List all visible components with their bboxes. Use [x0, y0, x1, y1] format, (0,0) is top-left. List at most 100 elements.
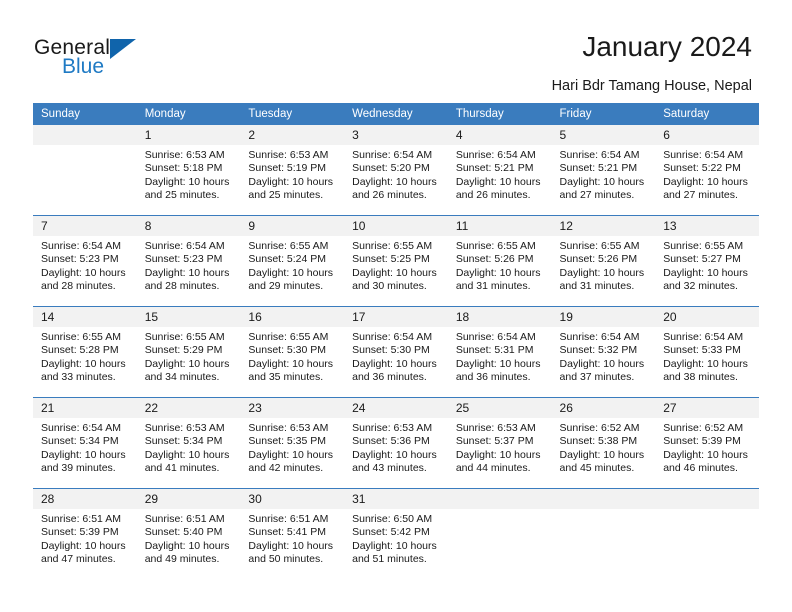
day-info: Sunrise: 6:50 AM Sunset: 5:42 PM Dayligh… — [344, 509, 448, 567]
day-cell[interactable]: 5 Sunrise: 6:54 AM Sunset: 5:21 PM Dayli… — [551, 125, 656, 216]
sunrise-text: Sunrise: 6:53 AM — [352, 422, 433, 434]
day-number: 30 — [240, 489, 345, 509]
day-cell[interactable]: 27 Sunrise: 6:52 AM Sunset: 5:39 PM Dayl… — [655, 397, 759, 489]
sunrise-text: Sunrise: 6:55 AM — [663, 240, 744, 252]
day-cell[interactable]: 22 Sunrise: 6:53 AM Sunset: 5:34 PM Dayl… — [136, 397, 241, 489]
day-cell[interactable] — [33, 125, 137, 216]
daylight-text-line1: Daylight: 10 hours — [352, 175, 437, 188]
day-info: Sunrise: 6:51 AM Sunset: 5:39 PM Dayligh… — [33, 509, 137, 567]
weekday-header-thursday: Thursday — [447, 103, 552, 125]
daylight-text-line2: and 25 minutes. — [144, 189, 220, 202]
daylight-text-line2: and 37 minutes. — [559, 371, 635, 384]
day-info: Sunrise: 6:54 AM Sunset: 5:21 PM Dayligh… — [448, 145, 552, 203]
day-info: Sunrise: 6:54 AM Sunset: 5:21 PM Dayligh… — [552, 145, 656, 203]
sunset-text: Sunset: 5:31 PM — [455, 344, 534, 357]
day-cell[interactable]: 20 Sunrise: 6:54 AM Sunset: 5:33 PM Dayl… — [655, 306, 759, 398]
day-cell[interactable]: 7 Sunrise: 6:54 AM Sunset: 5:23 PM Dayli… — [33, 215, 137, 307]
day-cell[interactable]: 13 Sunrise: 6:55 AM Sunset: 5:27 PM Dayl… — [655, 215, 759, 307]
sunset-text: Sunset: 5:32 PM — [559, 344, 638, 357]
day-cell[interactable]: 21 Sunrise: 6:54 AM Sunset: 5:34 PM Dayl… — [33, 397, 137, 489]
day-cell[interactable]: 25 Sunrise: 6:53 AM Sunset: 5:37 PM Dayl… — [447, 397, 552, 489]
day-cell[interactable]: 19 Sunrise: 6:54 AM Sunset: 5:32 PM Dayl… — [551, 306, 656, 398]
sunrise-text: Sunrise: 6:53 AM — [248, 149, 329, 161]
day-cell[interactable]: 24 Sunrise: 6:53 AM Sunset: 5:36 PM Dayl… — [344, 397, 448, 489]
day-info: Sunrise: 6:53 AM Sunset: 5:18 PM Dayligh… — [137, 145, 241, 203]
daylight-text-line2: and 38 minutes. — [663, 371, 738, 384]
daylight-text-line1: Daylight: 10 hours — [248, 448, 334, 461]
day-cell[interactable]: 29 Sunrise: 6:51 AM Sunset: 5:40 PM Dayl… — [136, 488, 241, 579]
sunset-text: Sunset: 5:26 PM — [559, 253, 638, 266]
sunrise-text: Sunrise: 6:53 AM — [455, 422, 536, 434]
daylight-text-line1: Daylight: 10 hours — [41, 357, 126, 370]
daylight-text-line2: and 35 minutes. — [248, 371, 324, 384]
day-info: Sunrise: 6:54 AM Sunset: 5:32 PM Dayligh… — [552, 327, 656, 385]
day-number: 18 — [447, 307, 552, 327]
sunrise-text: Sunrise: 6:54 AM — [352, 331, 433, 343]
daylight-text-line2: and 39 minutes. — [41, 462, 116, 475]
day-number: 13 — [655, 216, 759, 236]
sunrise-text: Sunrise: 6:54 AM — [41, 240, 121, 252]
weekday-header-wednesday: Wednesday — [344, 103, 448, 125]
sunset-text: Sunset: 5:38 PM — [559, 435, 638, 448]
sunrise-text: Sunrise: 6:54 AM — [455, 149, 536, 161]
day-cell[interactable]: 18 Sunrise: 6:54 AM Sunset: 5:31 PM Dayl… — [447, 306, 552, 398]
general-blue-logo[interactable]: General Blue — [34, 36, 244, 86]
day-number: 25 — [447, 398, 552, 418]
day-cell[interactable]: 8 Sunrise: 6:54 AM Sunset: 5:23 PM Dayli… — [136, 215, 241, 307]
day-number: 4 — [447, 125, 552, 145]
day-info: Sunrise: 6:54 AM Sunset: 5:20 PM Dayligh… — [344, 145, 448, 203]
day-cell[interactable]: 30 Sunrise: 6:51 AM Sunset: 5:41 PM Dayl… — [240, 488, 345, 579]
day-cell[interactable] — [447, 488, 552, 579]
sunrise-text: Sunrise: 6:54 AM — [559, 149, 640, 161]
day-cell[interactable]: 17 Sunrise: 6:54 AM Sunset: 5:30 PM Dayl… — [344, 306, 448, 398]
daylight-text-line1: Daylight: 10 hours — [41, 539, 126, 552]
weekday-header-tuesday: Tuesday — [240, 103, 345, 125]
sunset-text: Sunset: 5:39 PM — [663, 435, 741, 448]
day-cell[interactable]: 26 Sunrise: 6:52 AM Sunset: 5:38 PM Dayl… — [551, 397, 656, 489]
daylight-text-line1: Daylight: 10 hours — [248, 175, 334, 188]
daylight-text-line2: and 42 minutes. — [248, 462, 324, 475]
sunrise-text: Sunrise: 6:53 AM — [144, 422, 225, 434]
day-number: 7 — [33, 216, 137, 236]
day-cell[interactable]: 15 Sunrise: 6:55 AM Sunset: 5:29 PM Dayl… — [136, 306, 241, 398]
day-cell[interactable]: 6 Sunrise: 6:54 AM Sunset: 5:22 PM Dayli… — [655, 125, 759, 216]
day-cell[interactable]: 9 Sunrise: 6:55 AM Sunset: 5:24 PM Dayli… — [240, 215, 345, 307]
day-cell[interactable]: 2 Sunrise: 6:53 AM Sunset: 5:19 PM Dayli… — [240, 125, 345, 216]
day-number: 1 — [136, 125, 241, 145]
sunrise-text: Sunrise: 6:51 AM — [144, 513, 225, 525]
sunset-text: Sunset: 5:30 PM — [352, 344, 430, 357]
sunrise-text: Sunrise: 6:54 AM — [455, 331, 536, 343]
sunset-text: Sunset: 5:28 PM — [41, 344, 119, 357]
day-cell[interactable]: 3 Sunrise: 6:54 AM Sunset: 5:20 PM Dayli… — [344, 125, 448, 216]
day-cell[interactable]: 12 Sunrise: 6:55 AM Sunset: 5:26 PM Dayl… — [551, 215, 656, 307]
daylight-text-line2: and 49 minutes. — [144, 553, 220, 566]
day-cell[interactable]: 11 Sunrise: 6:55 AM Sunset: 5:26 PM Dayl… — [447, 215, 552, 307]
day-info: Sunrise: 6:51 AM Sunset: 5:40 PM Dayligh… — [137, 509, 241, 567]
day-cell[interactable]: 31 Sunrise: 6:50 AM Sunset: 5:42 PM Dayl… — [344, 488, 448, 579]
daylight-text-line1: Daylight: 10 hours — [144, 266, 230, 279]
daylight-text-line1: Daylight: 10 hours — [455, 357, 541, 370]
sunrise-text: Sunrise: 6:55 AM — [248, 240, 329, 252]
weekday-header-sunday: Sunday — [33, 103, 137, 125]
day-info: Sunrise: 6:53 AM Sunset: 5:19 PM Dayligh… — [240, 145, 344, 203]
sunrise-text: Sunrise: 6:55 AM — [144, 331, 225, 343]
day-cell[interactable]: 10 Sunrise: 6:55 AM Sunset: 5:25 PM Dayl… — [344, 215, 448, 307]
daylight-text-line1: Daylight: 10 hours — [41, 266, 126, 279]
day-cell[interactable]: 23 Sunrise: 6:53 AM Sunset: 5:35 PM Dayl… — [240, 397, 345, 489]
day-cell[interactable] — [655, 488, 759, 579]
day-number: 17 — [344, 307, 448, 327]
triangle-icon — [110, 39, 136, 59]
week-row: 21 Sunrise: 6:54 AM Sunset: 5:34 PM Dayl… — [33, 397, 759, 489]
day-cell[interactable]: 28 Sunrise: 6:51 AM Sunset: 5:39 PM Dayl… — [33, 488, 137, 579]
sunset-text: Sunset: 5:35 PM — [248, 435, 327, 448]
daylight-text-line2: and 51 minutes. — [352, 553, 427, 566]
day-cell[interactable] — [551, 488, 656, 579]
daylight-text-line2: and 26 minutes. — [352, 189, 427, 202]
day-cell[interactable]: 4 Sunrise: 6:54 AM Sunset: 5:21 PM Dayli… — [447, 125, 552, 216]
day-cell[interactable]: 1 Sunrise: 6:53 AM Sunset: 5:18 PM Dayli… — [136, 125, 241, 216]
sunset-text: Sunset: 5:22 PM — [663, 162, 741, 175]
daylight-text-line1: Daylight: 10 hours — [248, 539, 334, 552]
day-number: 2 — [240, 125, 345, 145]
day-cell[interactable]: 14 Sunrise: 6:55 AM Sunset: 5:28 PM Dayl… — [33, 306, 137, 398]
day-cell[interactable]: 16 Sunrise: 6:55 AM Sunset: 5:30 PM Dayl… — [240, 306, 345, 398]
